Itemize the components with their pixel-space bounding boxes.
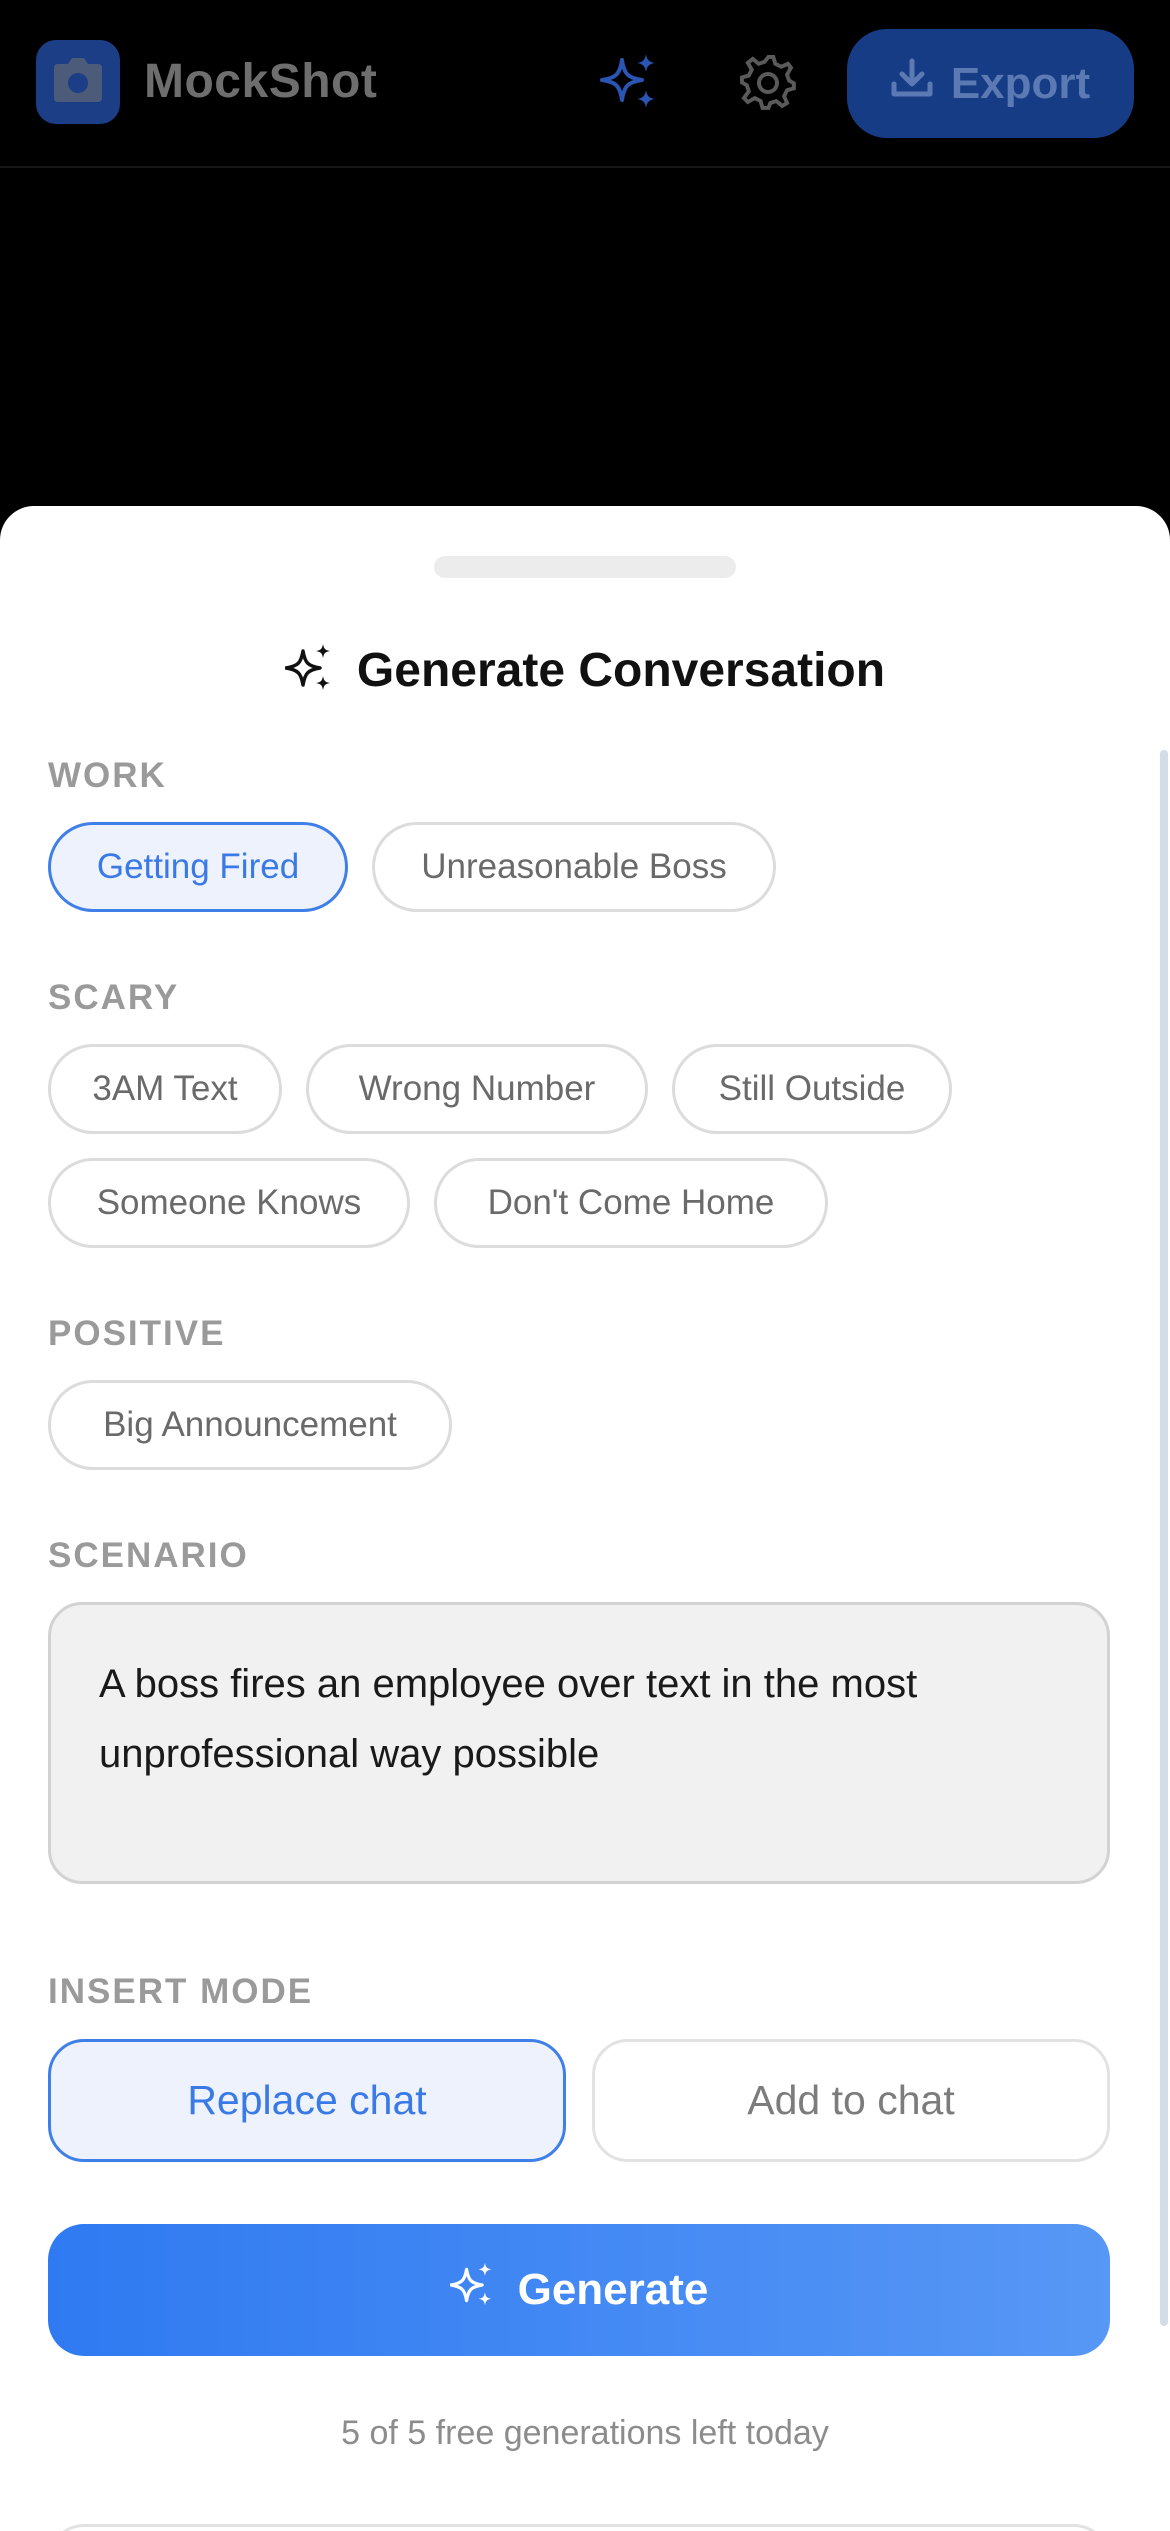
generate-label: Generate <box>517 2265 709 2314</box>
section-label-insert-mode: INSERT MODE <box>48 1972 314 2011</box>
ai-generate-button[interactable] <box>594 48 666 120</box>
quota-text: 5 of 5 free generations left today <box>341 2414 829 2452</box>
generate-button[interactable]: Generate <box>48 2224 1110 2356</box>
sparkles-icon <box>600 52 660 117</box>
settings-button[interactable] <box>732 48 804 120</box>
app-title: MockShot <box>144 55 378 108</box>
app-logo <box>36 40 120 124</box>
chip-wrong-number[interactable]: Wrong Number <box>306 1044 648 1134</box>
add-to-chat-option[interactable]: Add to chat <box>592 2039 1110 2162</box>
chip-getting-fired[interactable]: Getting Fired <box>48 822 348 912</box>
chip-someone-knows[interactable]: Someone Knows <box>48 1158 410 1248</box>
export-button[interactable]: Export <box>847 29 1134 138</box>
section-label-work: WORK <box>48 756 167 795</box>
scrollbar[interactable] <box>1160 750 1168 2326</box>
sheet-title: Generate Conversation <box>356 643 886 697</box>
sparkles-icon <box>448 2262 496 2319</box>
sheet-drag-handle[interactable] <box>434 556 736 578</box>
chip-dont-come-home[interactable]: Don't Come Home <box>434 1158 828 1248</box>
gear-icon <box>740 54 796 115</box>
download-icon <box>891 58 933 109</box>
export-label: Export <box>950 58 1091 108</box>
next-control-peek <box>48 2524 1110 2531</box>
sheet-header: Generate Conversation <box>0 628 1170 712</box>
scenario-input[interactable]: A boss fires an employee over text in th… <box>48 1602 1110 1884</box>
chip-big-announcement[interactable]: Big Announcement <box>48 1380 452 1470</box>
replace-chat-option[interactable]: Replace chat <box>48 2039 566 2162</box>
section-label-positive: POSITIVE <box>48 1314 226 1353</box>
sparkles-icon <box>284 643 335 698</box>
chip-unreasonable-boss[interactable]: Unreasonable Boss <box>372 822 776 912</box>
generate-sheet: Generate Conversation WORK Getting Fired… <box>0 506 1170 2531</box>
section-label-scenario: SCENARIO <box>48 1536 249 1575</box>
section-label-scary: SCARY <box>48 978 180 1017</box>
top-bar: MockShot Export <box>0 0 1170 168</box>
chip-3am-text[interactable]: 3AM Text <box>48 1044 282 1134</box>
chip-still-outside[interactable]: Still Outside <box>672 1044 952 1134</box>
camera-icon <box>54 57 102 107</box>
